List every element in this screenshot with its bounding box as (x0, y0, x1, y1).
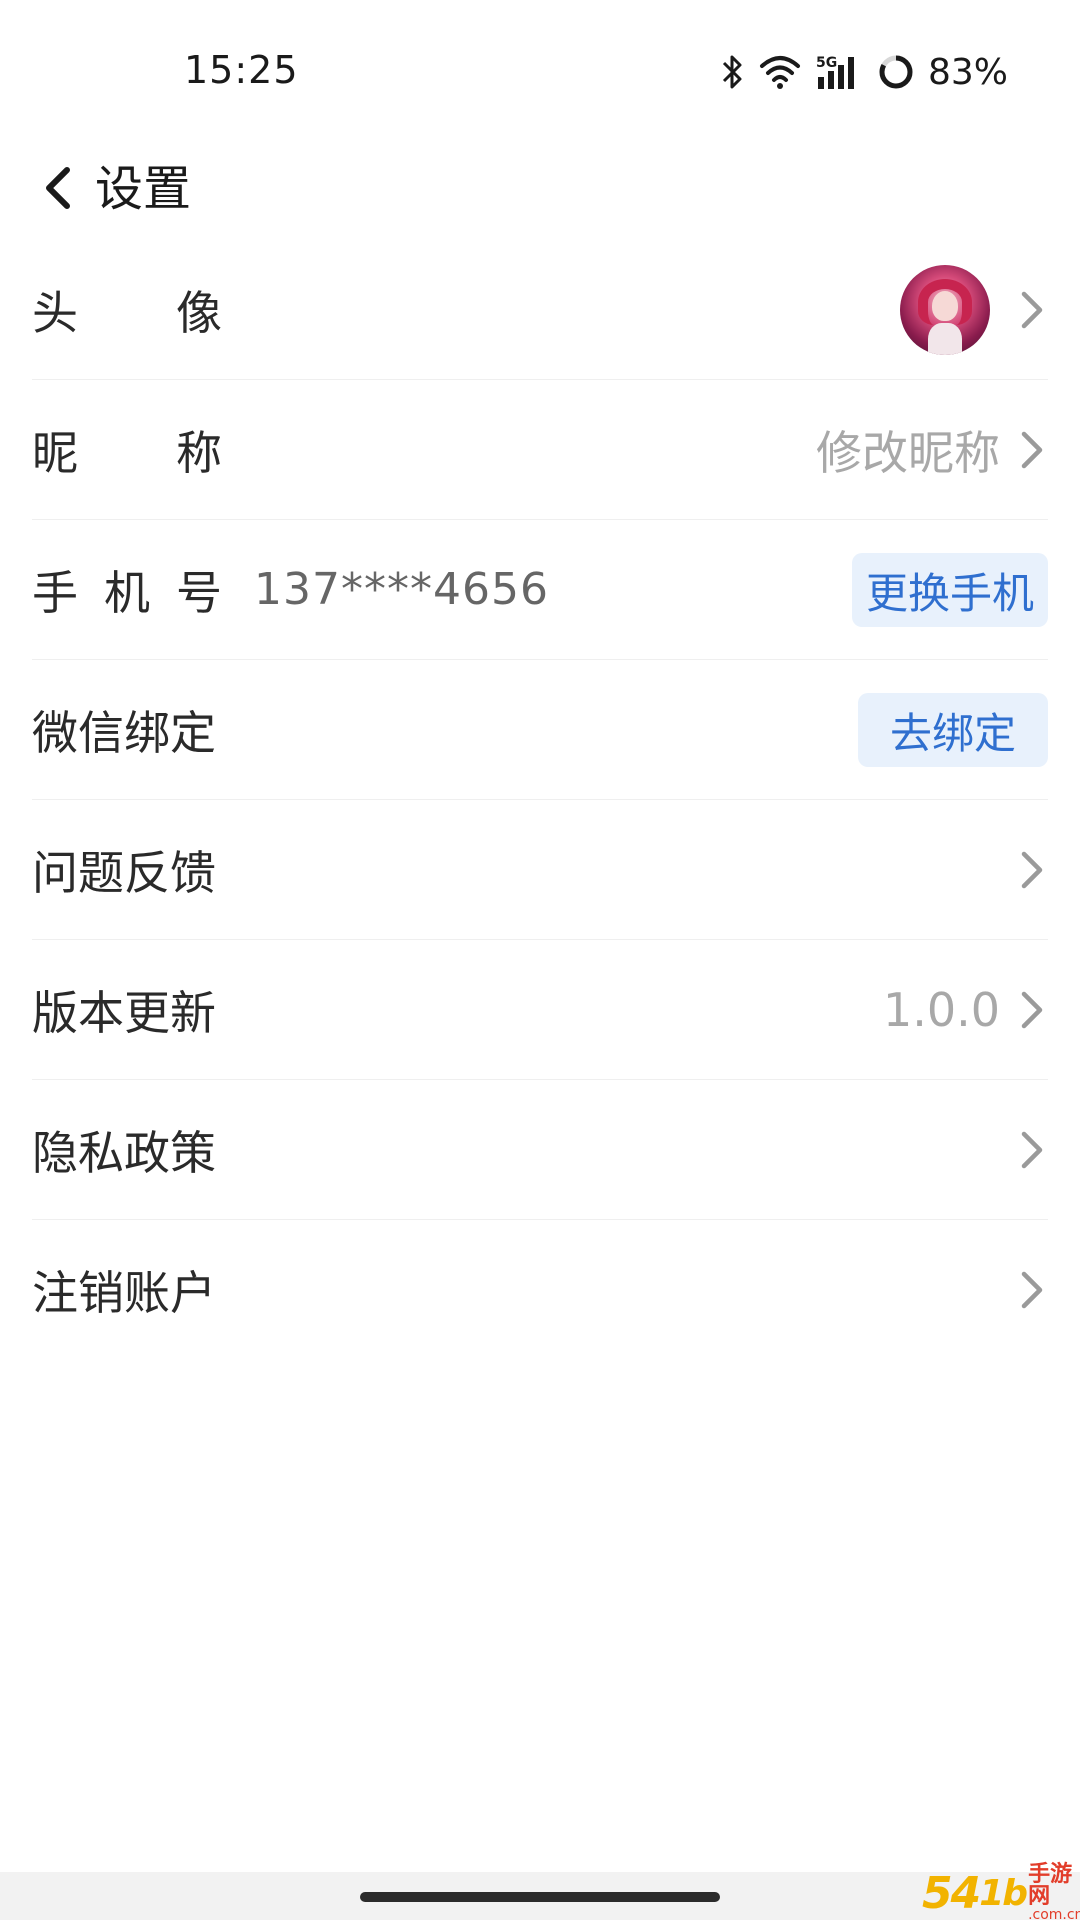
row-right: 更换手机 (851, 520, 1048, 660)
watermark-domain: .com.cn (1028, 1907, 1080, 1920)
row-label: 问题反馈 (32, 845, 216, 900)
row-label: 注销账户 (32, 1266, 216, 1320)
row-right (1018, 1220, 1048, 1360)
row-label: 微信绑定 (32, 705, 216, 760)
chevron-right-icon (1018, 1268, 1048, 1312)
status-icons: 5G 83% (720, 50, 1008, 94)
row-label: 版本更新 (32, 985, 216, 1040)
row-label: 昵 称 (32, 425, 222, 480)
watermark-text: 手游网 (1028, 1862, 1073, 1909)
watermark-logo: 54 1b 手游网 .com.cn (922, 1864, 1080, 1920)
row-label: 手 机 号 (32, 565, 222, 620)
status-bar: 15:25 5G 83% (0, 0, 1080, 140)
battery-ring-icon (878, 54, 914, 90)
row-right: 修改昵称 (816, 380, 1048, 520)
version-value: 1.0.0 (882, 983, 1000, 1037)
row-label: 头 像 (32, 285, 222, 340)
row-right: 1.0.0 (883, 940, 1048, 1080)
avatar[interactable] (900, 265, 990, 355)
watermark-text-group: 手游网 .com.cn (1028, 1864, 1080, 1920)
chevron-right-icon (1018, 428, 1048, 472)
row-right (1018, 800, 1048, 940)
chevron-right-icon (1018, 288, 1048, 332)
home-indicator[interactable] (360, 1892, 720, 1902)
row-label: 隐私政策 (32, 1125, 216, 1180)
bind-wechat-button[interactable]: 去绑定 (858, 693, 1048, 767)
settings-row-privacy[interactable]: 隐私政策 (32, 1080, 1048, 1220)
settings-screen: 15:25 5G 83% 设置 头 像 昵 称 修改昵称 手 机 号 137**… (0, 0, 1080, 1920)
settings-row-avatar[interactable]: 头 像 (32, 240, 1048, 380)
5g-signal-icon: 5G (816, 53, 864, 91)
battery-percentage: 83% (927, 51, 1008, 93)
row-right: 去绑定 (858, 660, 1048, 800)
row-right (900, 240, 1048, 380)
settings-row-delete-account[interactable]: 注销账户 (32, 1220, 1048, 1360)
page-title: 设置 (95, 161, 192, 217)
svg-text:5G: 5G (816, 55, 837, 71)
settings-row-phone: 手 机 号 137****4656 更换手机 (32, 520, 1048, 660)
bluetooth-icon (720, 53, 744, 91)
settings-row-nickname[interactable]: 昵 称 修改昵称 (32, 380, 1048, 520)
settings-row-wechat: 微信绑定 去绑定 (32, 660, 1048, 800)
status-time: 15:25 (184, 48, 299, 92)
navigation-bar (0, 1872, 1080, 1920)
wifi-icon (758, 54, 802, 90)
chevron-right-icon (1018, 1128, 1048, 1172)
settings-row-version[interactable]: 版本更新 1.0.0 (32, 940, 1048, 1080)
watermark-suffix: 1b (979, 1872, 1028, 1914)
chevron-left-icon (43, 166, 73, 214)
phone-number: 137****4656 (254, 564, 549, 615)
settings-list: 头 像 昵 称 修改昵称 手 机 号 137****4656 更换手机 微信绑定… (0, 240, 1080, 1360)
nickname-value: 修改昵称 (816, 426, 1000, 480)
chevron-right-icon (1018, 848, 1048, 892)
watermark-number: 54 (922, 1867, 981, 1919)
change-phone-button[interactable]: 更换手机 (851, 553, 1048, 627)
back-button[interactable] (18, 150, 98, 230)
row-right (1018, 1080, 1048, 1220)
settings-row-feedback[interactable]: 问题反馈 (32, 800, 1048, 940)
chevron-right-icon (1018, 988, 1048, 1032)
